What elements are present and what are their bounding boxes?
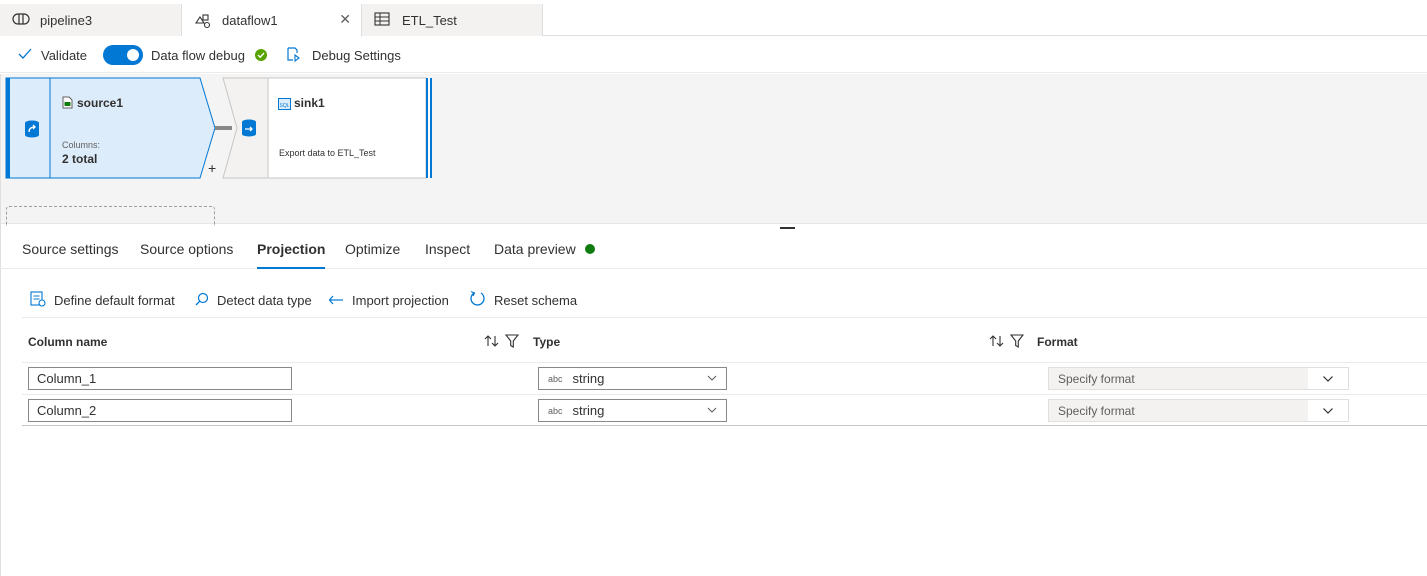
sink-description: Export data to ETL_Test xyxy=(279,148,376,158)
string-type-icon: abc xyxy=(548,373,563,384)
tab-source-options[interactable]: Source options xyxy=(140,229,233,269)
table-icon xyxy=(374,12,392,28)
tab-inspect[interactable]: Inspect xyxy=(425,229,470,269)
debug-label: Data flow debug xyxy=(151,47,245,63)
import-projection-label: Import projection xyxy=(352,292,449,308)
data-flow-debug-toggle[interactable]: Data flow debug xyxy=(103,37,267,73)
chevron-down-icon xyxy=(706,372,718,387)
type-header-actions xyxy=(989,334,1025,353)
document-tab-bar: pipeline3 dataflow1 ✕ ETL_Test xyxy=(0,4,1427,37)
debug-settings-icon xyxy=(285,46,301,65)
left-border xyxy=(0,74,1,576)
validate-label: Validate xyxy=(41,47,88,63)
close-icon[interactable]: ✕ xyxy=(339,11,351,28)
type-dropdown[interactable]: abc string xyxy=(538,399,727,422)
reset-schema-button[interactable]: Reset schema xyxy=(469,285,577,315)
chevron-down-icon[interactable] xyxy=(1308,400,1348,421)
pipeline-icon xyxy=(12,12,30,28)
dataflow-toolbar: Validate Data flow debug Debug Settings xyxy=(0,37,1427,73)
tab-label: pipeline3 xyxy=(40,12,93,28)
column-name-input[interactable]: Column_1 xyxy=(28,367,292,390)
status-dot xyxy=(584,244,595,254)
sink-node-name[interactable]: sink1 xyxy=(294,96,325,110)
type-dropdown[interactable]: abc string xyxy=(538,367,727,390)
reset-schema-label: Reset schema xyxy=(494,292,578,308)
validate-button[interactable]: Validate xyxy=(18,37,87,73)
type-value: string xyxy=(572,403,605,418)
sort-icon[interactable] xyxy=(484,334,500,353)
chevron-down-icon[interactable] xyxy=(1308,368,1348,389)
tab-label: dataflow1 xyxy=(222,13,278,28)
tab-label: ETL_Test xyxy=(402,12,457,28)
source-icon xyxy=(24,120,40,143)
tab-data-preview[interactable]: Data preview xyxy=(494,229,595,269)
success-check-icon xyxy=(254,49,267,61)
header-format: Format xyxy=(1037,335,1078,349)
checkmark-icon xyxy=(18,48,32,63)
tab-label: Data preview xyxy=(494,241,576,257)
column-name-header-actions xyxy=(484,334,520,353)
debug-settings-label: Debug Settings xyxy=(312,47,401,63)
tab-optimize[interactable]: Optimize xyxy=(345,229,400,269)
filter-icon[interactable] xyxy=(1009,334,1025,353)
tab-dataflow1[interactable]: dataflow1 ✕ xyxy=(182,4,362,37)
source-columns-value: 2 total xyxy=(62,152,98,166)
tab-etl-test[interactable]: ETL_Test xyxy=(362,4,543,36)
chevron-down-icon xyxy=(706,404,718,419)
tab-source-settings[interactable]: Source settings xyxy=(22,229,119,269)
csv-dataset-icon xyxy=(62,96,73,114)
divider xyxy=(22,362,1427,363)
svg-text:SQL: SQL xyxy=(280,103,290,109)
define-default-format-label: Define default format xyxy=(54,292,175,308)
divider xyxy=(22,425,1427,426)
dataflow-canvas[interactable]: source1 Columns: 2 total + SQL sink1 Exp… xyxy=(0,74,1427,226)
tab-pipeline3[interactable]: pipeline3 xyxy=(0,4,182,36)
filter-icon[interactable] xyxy=(504,334,520,353)
detect-data-type-button[interactable]: Detect data type xyxy=(195,285,312,315)
sort-icon[interactable] xyxy=(989,334,1005,353)
format-icon xyxy=(30,290,54,310)
reset-icon xyxy=(469,290,494,310)
format-dropdown[interactable]: Specify format xyxy=(1048,399,1349,422)
format-placeholder: Specify format xyxy=(1058,371,1135,386)
search-icon xyxy=(195,292,217,309)
divider xyxy=(22,317,1427,318)
dataflow-icon xyxy=(194,13,212,29)
header-column-name: Column name xyxy=(28,335,108,349)
define-default-format-button[interactable]: Define default format xyxy=(30,285,175,315)
source-node-name[interactable]: source1 xyxy=(77,96,123,110)
sink-icon xyxy=(241,119,257,142)
import-projection-button[interactable]: Import projection xyxy=(328,285,449,315)
string-type-icon: abc xyxy=(548,405,563,416)
add-transformation-button[interactable]: + xyxy=(208,160,216,176)
toggle-switch[interactable] xyxy=(103,45,143,65)
tab-projection[interactable]: Projection xyxy=(257,229,326,269)
column-name-input[interactable]: Column_2 xyxy=(28,399,292,422)
arrow-left-icon xyxy=(328,293,352,308)
sql-dataset-icon: SQL xyxy=(278,97,291,115)
format-placeholder: Specify format xyxy=(1058,403,1135,418)
format-dropdown[interactable]: Specify format xyxy=(1048,367,1349,390)
header-type: Type xyxy=(533,335,561,349)
detect-data-type-label: Detect data type xyxy=(217,292,312,308)
dataflow-graph xyxy=(5,77,432,179)
drop-zone[interactable] xyxy=(6,206,215,226)
transformation-settings-tabs: Source settings Source options Projectio… xyxy=(0,229,1427,269)
divider xyxy=(22,394,1427,395)
debug-settings-button[interactable]: Debug Settings xyxy=(285,37,401,73)
source-columns-label: Columns: xyxy=(62,140,101,150)
type-value: string xyxy=(572,371,605,386)
